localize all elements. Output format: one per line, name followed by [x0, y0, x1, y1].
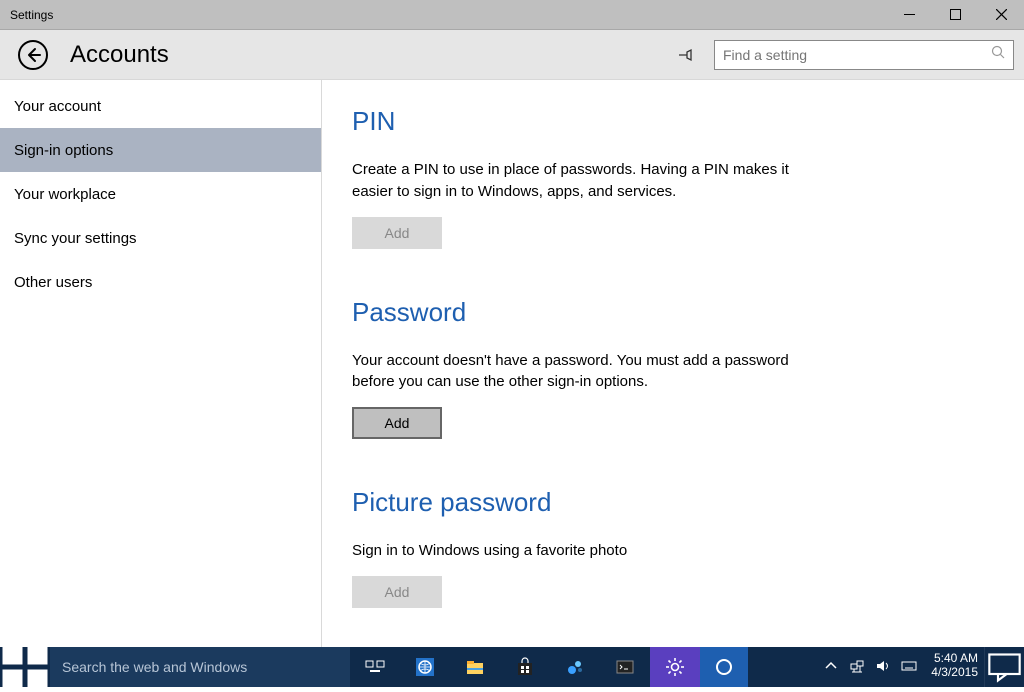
settings-search-input[interactable]	[723, 47, 991, 63]
sidebar-item-sync-your-settings[interactable]: Sync your settings	[0, 216, 321, 260]
taskbar-app-generic-1[interactable]	[550, 647, 600, 687]
taskbar-app-edge[interactable]	[400, 647, 450, 687]
section-heading-pin: PIN	[352, 106, 994, 137]
clock-time: 5:40 AM	[931, 651, 978, 665]
taskbar-app-settings[interactable]	[650, 647, 700, 687]
start-button[interactable]	[0, 647, 50, 687]
taskbar-app-store[interactable]	[500, 647, 550, 687]
taskbar-app-file-explorer[interactable]	[450, 647, 500, 687]
header-bar: Accounts	[0, 30, 1024, 80]
taskbar-search[interactable]: Search the web and Windows	[50, 647, 350, 687]
clock-date: 4/3/2015	[931, 665, 978, 679]
section-heading-password: Password	[352, 297, 994, 328]
sidebar-item-label: Your account	[14, 98, 101, 115]
window-title: Settings	[10, 8, 886, 22]
button-label: Add	[385, 584, 410, 600]
action-center-button[interactable]	[984, 647, 1024, 687]
sidebar-item-sign-in-options[interactable]: Sign-in options	[0, 128, 321, 172]
button-label: Add	[385, 225, 410, 241]
close-button[interactable]	[978, 0, 1024, 29]
search-icon	[991, 45, 1005, 64]
maximize-button[interactable]	[932, 0, 978, 29]
taskbar-clock[interactable]: 5:40 AM 4/3/2015	[925, 647, 984, 687]
sidebar-item-label: Sync your settings	[14, 230, 137, 247]
settings-search[interactable]	[714, 40, 1014, 70]
section-picture-password: Picture password Sign in to Windows usin…	[352, 487, 994, 608]
sidebar-item-label: Other users	[14, 274, 92, 291]
content-area: PIN Create a PIN to use in place of pass…	[322, 80, 1024, 647]
page-title: Accounts	[70, 41, 676, 69]
task-view-button[interactable]	[350, 647, 400, 687]
section-pin: PIN Create a PIN to use in place of pass…	[352, 106, 994, 249]
picture-password-add-button: Add	[352, 576, 442, 608]
minimize-button[interactable]	[886, 0, 932, 29]
tray-volume-icon[interactable]	[875, 658, 891, 677]
taskbar-app-cortana[interactable]	[700, 647, 748, 687]
section-heading-picture-password: Picture password	[352, 487, 994, 518]
section-desc-password: Your account doesn't have a password. Yo…	[352, 350, 822, 394]
tray-keyboard-icon[interactable]	[901, 658, 917, 677]
taskbar: Search the web and Windows	[0, 647, 1024, 687]
pin-icon[interactable]	[676, 46, 694, 64]
pin-add-button: Add	[352, 217, 442, 249]
section-desc-picture-password: Sign in to Windows using a favorite phot…	[352, 540, 822, 562]
sidebar-item-your-account[interactable]: Your account	[0, 84, 321, 128]
section-desc-pin: Create a PIN to use in place of password…	[352, 159, 822, 203]
sidebar-item-label: Your workplace	[14, 186, 116, 203]
system-tray[interactable]	[815, 647, 925, 687]
settings-sidebar: Your account Sign-in options Your workpl…	[0, 80, 322, 647]
taskbar-app-terminal[interactable]	[600, 647, 650, 687]
tray-network-icon[interactable]	[849, 658, 865, 677]
sidebar-item-your-workplace[interactable]: Your workplace	[0, 172, 321, 216]
back-button[interactable]	[18, 40, 48, 70]
sidebar-item-other-users[interactable]: Other users	[0, 260, 321, 304]
section-password: Password Your account doesn't have a pas…	[352, 297, 994, 440]
taskbar-search-placeholder: Search the web and Windows	[62, 659, 247, 675]
tray-chevron-up-icon[interactable]	[823, 658, 839, 677]
button-label: Add	[385, 415, 410, 431]
password-add-button[interactable]: Add	[352, 407, 442, 439]
sidebar-item-label: Sign-in options	[14, 142, 113, 159]
window-titlebar: Settings	[0, 0, 1024, 30]
